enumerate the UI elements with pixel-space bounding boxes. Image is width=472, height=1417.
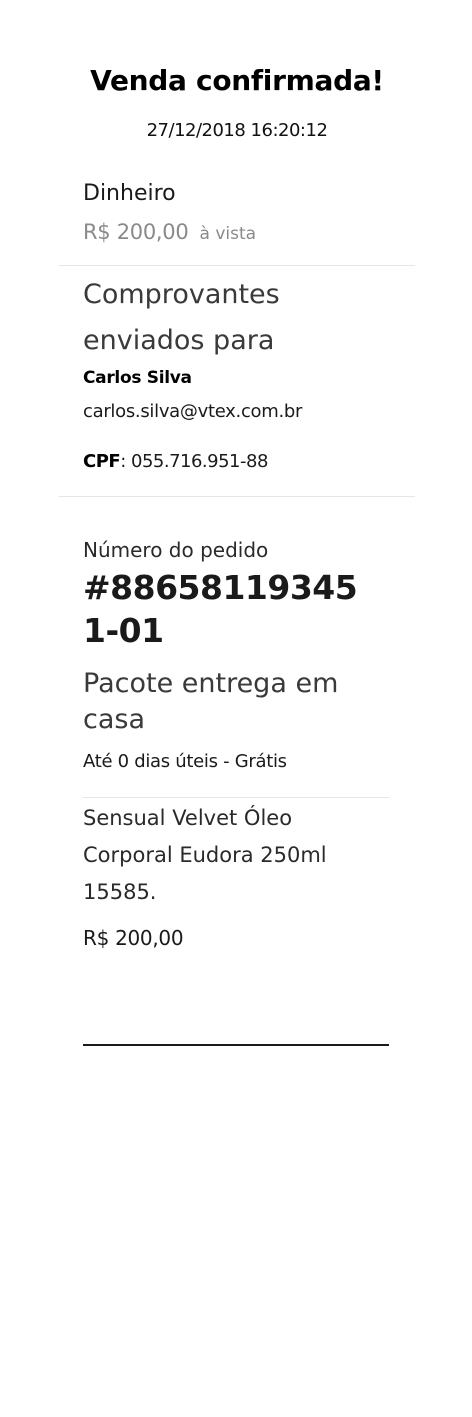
customer-email: carlos.silva@vtex.com.br — [83, 401, 303, 422]
payment-amount-row: R$ 200,00 à vista — [83, 220, 256, 244]
divider — [59, 265, 415, 266]
payment-method: Dinheiro — [83, 181, 176, 206]
receipts-sent-heading: Comprovantes enviados para — [83, 279, 280, 356]
shipping-package-name: Pacote entrega em casa — [83, 668, 339, 735]
order-number: #886581193451-01 — [83, 568, 358, 650]
page-title: Venda confirmada! — [90, 64, 384, 97]
product-price: R$ 200,00 — [83, 926, 184, 950]
divider — [83, 797, 389, 798]
cpf-label: CPF — [83, 451, 121, 472]
sale-datetime: 27/12/2018 16:20:12 — [146, 120, 328, 141]
signature-line — [83, 1044, 389, 1046]
order-number-label: Número do pedido — [83, 538, 269, 562]
product-name: Sensual Velvet Óleo Corporal Eudora 250m… — [83, 806, 327, 904]
shipping-eta: Até 0 dias úteis - Grátis — [83, 751, 287, 772]
customer-name: Carlos Silva — [83, 368, 192, 388]
divider — [59, 496, 415, 497]
customer-cpf: CPF: 055.716.951-88 — [83, 451, 268, 472]
cpf-value: : 055.716.951-88 — [120, 451, 268, 472]
payment-amount: R$ 200,00 — [83, 220, 189, 244]
payment-term: à vista — [199, 224, 257, 244]
